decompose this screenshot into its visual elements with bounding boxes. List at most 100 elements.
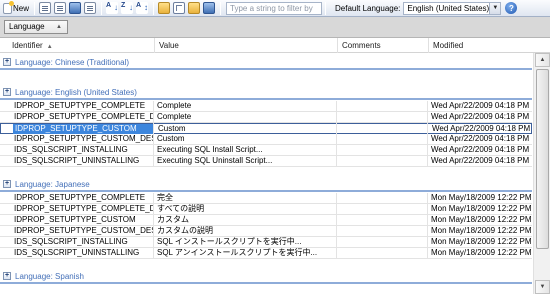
copy-string-button[interactable] — [53, 1, 67, 15]
sort-descending-button[interactable]: Z ↓ — [120, 1, 134, 15]
value-cell[interactable]: カスタム — [155, 215, 336, 225]
expand-icon[interactable]: + — [3, 180, 11, 188]
table-row[interactable]: IDPROP_SETUPTYPE_CUSTOM Custom Wed Apr/22/… — [0, 123, 532, 134]
open-folder-button[interactable] — [157, 1, 171, 15]
toolbar: New A ↓ Z ↓ A ↕ Type a string to filter by … — [0, 0, 550, 17]
table-row[interactable]: IDPROP_SETUPTYPE_COMPLETE_DESCすべての説明 Mon … — [0, 204, 532, 215]
default-language-dropdown[interactable]: English (United States) ▼ — [403, 1, 502, 15]
value-cell[interactable]: Custom — [155, 134, 336, 144]
column-divider — [336, 193, 337, 259]
edit-string-button[interactable] — [38, 1, 52, 15]
modified-cell[interactable]: Wed Apr/22/2009 04:18 PM — [429, 134, 532, 144]
value-cell[interactable]: すべての説明 — [155, 204, 336, 214]
modified-cell[interactable]: Wed Apr/22/2009 04:18 PM — [429, 112, 532, 122]
identifier-cell[interactable]: IDPROP_SETUPTYPE_COMPLETE — [12, 193, 153, 203]
sort-options-button[interactable]: A ↕ — [135, 1, 149, 15]
value-cell[interactable]: Executing SQL Uninstall Script... — [155, 156, 336, 166]
value-cell[interactable]: SQL アンインストールスクリプトを実行中... — [155, 248, 336, 258]
help-icon[interactable]: ? — [505, 2, 518, 14]
properties-button[interactable] — [83, 1, 97, 15]
identifier-cell[interactable]: IDS_SQLSCRIPT_UNINSTALLING — [12, 248, 153, 258]
column-header-comments[interactable]: Comments — [338, 38, 429, 53]
identifier-cell[interactable]: IDS_SQLSCRIPT_INSTALLING — [12, 237, 153, 247]
comments-cell[interactable] — [338, 226, 427, 236]
new-button-label: New — [12, 3, 29, 13]
table-row[interactable]: IDS_SQLSCRIPT_INSTALLING Executing SQL In… — [0, 145, 532, 156]
value-cell[interactable]: SQL インストールスクリプトを実行中... — [155, 237, 336, 247]
modified-cell[interactable]: Wed Apr/22/2009 04:18 PM — [429, 145, 532, 155]
identifier-cell[interactable]: IDPROP_SETUPTYPE_COMPLETE — [12, 101, 153, 111]
value-cell[interactable]: Custom — [156, 124, 337, 134]
new-button[interactable]: New — [2, 0, 30, 15]
identifier-cell[interactable]: IDPROP_SETUPTYPE_CUSTOM_DESC_PRO — [12, 226, 153, 236]
comments-cell[interactable] — [338, 237, 427, 247]
modified-cell[interactable]: Mon May/18/2009 12:22 PM — [429, 226, 532, 236]
column-header-modified-label: Modified — [433, 41, 464, 50]
value-cell[interactable]: Complete — [155, 101, 336, 111]
vertical-scrollbar[interactable]: ▲ ▼ — [533, 53, 550, 294]
modified-cell[interactable]: Mon May/18/2009 12:22 PM — [429, 204, 532, 214]
comments-cell[interactable] — [338, 215, 427, 225]
group-separator — [0, 190, 532, 192]
expand-icon[interactable]: + — [3, 272, 11, 280]
table-row[interactable]: IDPROP_SETUPTYPE_CUSTOM_DESC_PROカスタムの説明 M… — [0, 226, 532, 237]
column-header-identifier[interactable]: Identifier ▲ — [0, 38, 155, 53]
group-header[interactable]: + Language: English (United States) — [0, 86, 532, 98]
expand-icon[interactable]: + — [3, 88, 11, 96]
group-header[interactable]: + Language: Spanish — [0, 270, 532, 282]
delete-string-button[interactable] — [68, 1, 82, 15]
sort-ascending-button[interactable]: A ↓ — [105, 1, 119, 15]
table-row[interactable]: IDS_SQLSCRIPT_INSTALLING SQL インストールスクリプトを… — [0, 237, 532, 248]
modified-cell[interactable]: Wed Apr/22/2009 04:18 PM — [429, 156, 532, 166]
import-button[interactable] — [202, 1, 216, 15]
group-by-language-chip[interactable]: Language ▲ — [4, 20, 68, 34]
table-row[interactable]: IDPROP_SETUPTYPE_COMPLETE_DESCComplete We… — [0, 112, 532, 123]
identifier-cell[interactable]: IDPROP_SETUPTYPE_CUSTOM — [12, 215, 153, 225]
identifier-cell[interactable]: IDPROP_SETUPTYPE_COMPLETE_DESC — [12, 112, 153, 122]
table-row[interactable]: IDS_SQLSCRIPT_UNINSTALLING SQL アンインストールスク… — [0, 248, 532, 259]
identifier-cell[interactable]: IDS_SQLSCRIPT_INSTALLING — [12, 145, 153, 155]
identifier-cell[interactable]: IDS_SQLSCRIPT_UNINSTALLING — [12, 156, 153, 166]
filter-input[interactable]: Type a string to filter by — [226, 1, 322, 15]
toolbar-separator — [220, 1, 221, 15]
expand-icon[interactable]: + — [3, 58, 11, 66]
comments-cell[interactable] — [338, 112, 427, 122]
scroll-up-icon[interactable]: ▲ — [535, 53, 550, 67]
value-cell[interactable]: カスタムの説明 — [155, 226, 336, 236]
modified-cell[interactable]: Wed Apr/22/2009 04:18 PM — [430, 124, 532, 134]
identifier-cell[interactable]: IDPROP_SETUPTYPE_CUSTOM — [13, 124, 154, 134]
comments-cell[interactable] — [339, 124, 428, 134]
column-divider — [427, 193, 428, 259]
group-header[interactable]: + Language: Japanese — [0, 178, 532, 190]
modified-cell[interactable]: Mon May/18/2009 12:22 PM — [429, 248, 532, 258]
identifier-cell[interactable]: IDPROP_SETUPTYPE_CUSTOM_DESC_PRO — [12, 134, 153, 144]
modified-cell[interactable]: Wed Apr/22/2009 04:18 PM — [429, 101, 532, 111]
scrollbar-thumb[interactable] — [536, 69, 549, 249]
comments-cell[interactable] — [338, 204, 427, 214]
column-header-value[interactable]: Value — [155, 38, 338, 53]
table-row[interactable]: IDPROP_SETUPTYPE_CUSTOM_DESC_PROCustom We… — [0, 134, 532, 145]
comments-cell[interactable] — [338, 101, 427, 111]
modified-cell[interactable]: Mon May/18/2009 12:22 PM — [429, 215, 532, 225]
value-cell[interactable]: 完全 — [155, 193, 336, 203]
comments-cell[interactable] — [338, 145, 427, 155]
scroll-down-icon[interactable]: ▼ — [535, 280, 550, 294]
identifier-cell[interactable]: IDPROP_SETUPTYPE_COMPLETE_DESC — [12, 204, 153, 214]
chevron-down-icon[interactable]: ▼ — [489, 2, 501, 14]
export-button[interactable] — [187, 1, 201, 15]
value-cell[interactable]: Complete — [155, 112, 336, 122]
modified-cell[interactable]: Mon May/18/2009 12:22 PM — [429, 237, 532, 247]
modified-cell[interactable]: Mon May/18/2009 12:22 PM — [429, 193, 532, 203]
column-header-modified[interactable]: Modified — [429, 38, 550, 53]
comments-cell[interactable] — [338, 248, 427, 258]
value-cell[interactable]: Executing SQL Install Script... — [155, 145, 336, 155]
table-row[interactable]: IDPROP_SETUPTYPE_COMPLETE 完全 Mon May/18/20… — [0, 193, 532, 204]
table-row[interactable]: IDS_SQLSCRIPT_UNINSTALLING Executing SQL … — [0, 156, 532, 167]
comments-cell[interactable] — [338, 156, 427, 166]
grid-view-button[interactable] — [172, 1, 186, 15]
table-row[interactable]: IDPROP_SETUPTYPE_CUSTOM カスタム Mon May/18/20… — [0, 215, 532, 226]
group-header[interactable]: + Language: Chinese (Traditional) — [0, 56, 532, 68]
comments-cell[interactable] — [338, 134, 427, 144]
comments-cell[interactable] — [338, 193, 427, 203]
table-row[interactable]: IDPROP_SETUPTYPE_COMPLETE Complete Wed Apr… — [0, 101, 532, 112]
